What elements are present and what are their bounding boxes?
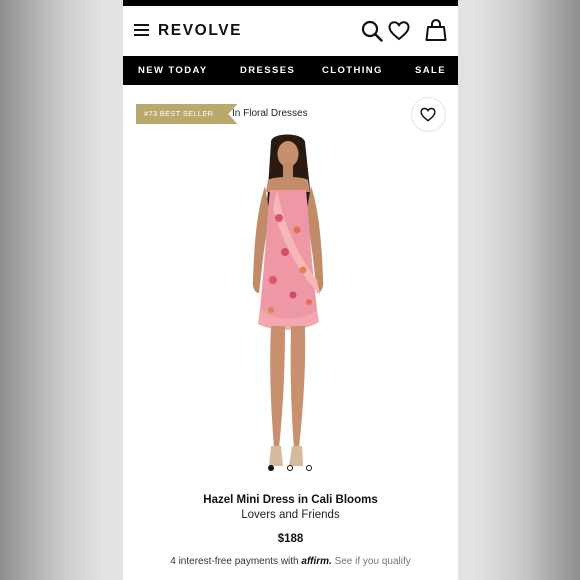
badge-context[interactable]: In Floral Dresses (232, 108, 308, 119)
qualify-link[interactable]: See if you qualify (335, 556, 411, 567)
logo[interactable]: REVOLVE (158, 22, 242, 40)
payment-text: 4 interest-free payments with (170, 556, 299, 567)
product-price: $188 (277, 533, 304, 545)
pagination-dot[interactable] (268, 465, 274, 471)
payment-info: 4 interest-free payments with affirm. Se… (123, 556, 458, 567)
best-seller-badge: #73 BEST SELLER (136, 104, 238, 124)
heart-icon[interactable] (388, 20, 410, 42)
category-nav: NEW TODAY DRESSES CLOTHING SALE (123, 56, 458, 85)
wishlist-button[interactable] (411, 97, 446, 132)
product-image[interactable] (213, 130, 363, 475)
affirm-logo: affirm. (301, 556, 332, 567)
nav-item-new-today[interactable]: NEW TODAY (138, 65, 208, 76)
product-title: Hazel Mini Dress in Cali Blooms (203, 494, 378, 506)
search-icon[interactable] (361, 20, 383, 42)
pagination-dot[interactable] (306, 465, 312, 471)
image-pagination (123, 465, 458, 475)
product-brand[interactable]: Lovers and Friends (123, 509, 458, 521)
header: REVOLVE (123, 6, 458, 56)
heart-icon (420, 107, 436, 122)
menu-icon[interactable] (134, 24, 149, 38)
shopping-bag-icon[interactable] (425, 18, 447, 42)
pagination-dot[interactable] (287, 465, 293, 471)
nav-item-sale[interactable]: SALE (415, 65, 446, 76)
nav-item-dresses[interactable]: DRESSES (240, 65, 295, 76)
nav-item-clothing[interactable]: CLOTHING (322, 65, 383, 76)
phone-screen: REVOLVE NEW TODAY DRESSES CLOTHING SALE … (123, 0, 458, 580)
